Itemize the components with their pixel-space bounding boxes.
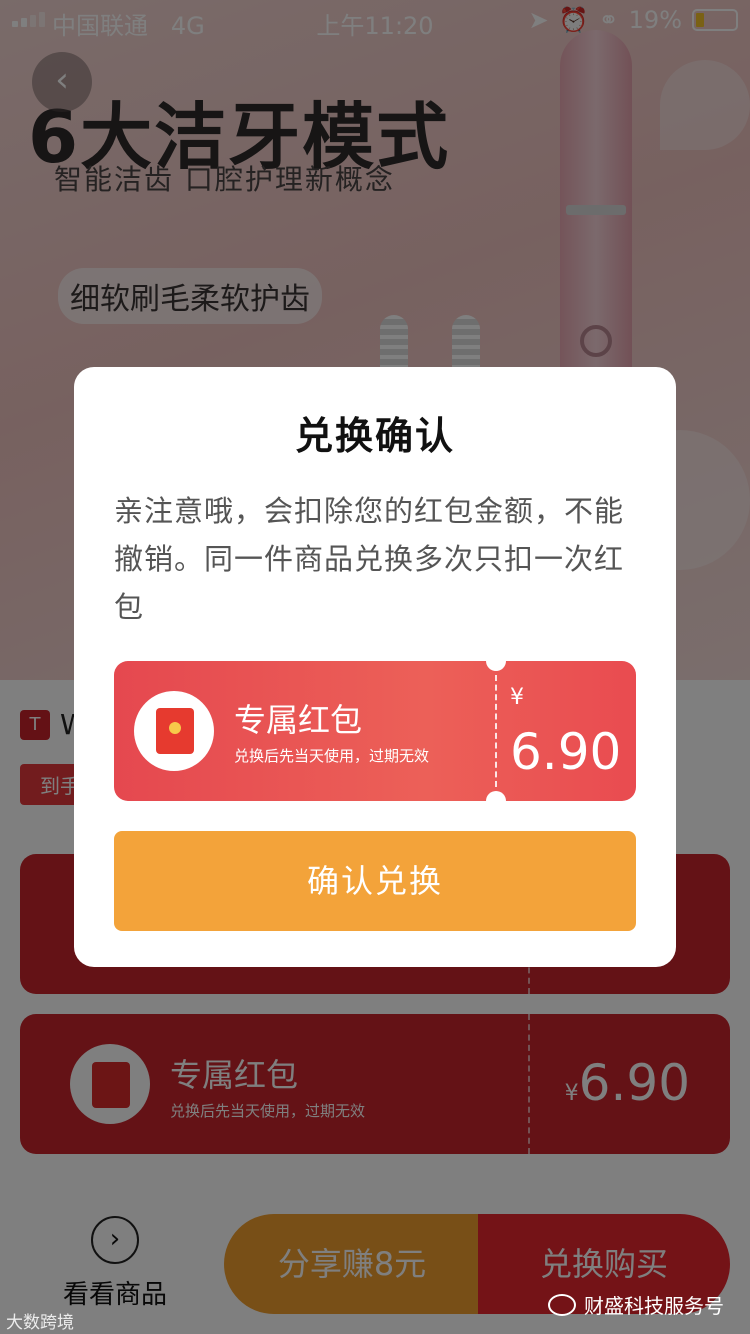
confirm-exchange-button[interactable]: 确认兑换 (114, 831, 636, 931)
coupon-notch-bottom (486, 791, 506, 811)
wechat-icon (548, 1293, 576, 1316)
exchange-confirm-dialog: 兑换确认 亲注意哦，会扣除您的红包金额，不能撤销。同一件商品兑换多次只扣一次红包… (74, 367, 676, 967)
coupon-notch-top (486, 651, 506, 671)
coupon-divider (495, 675, 497, 787)
coupon-currency: ¥ (510, 685, 524, 710)
dialog-message: 亲注意哦，会扣除您的红包金额，不能撤销。同一件商品兑换多次只扣一次红包 (114, 494, 625, 624)
dialog-title: 兑换确认 (294, 414, 455, 458)
watermark-left: 大数跨境 (6, 1313, 74, 1333)
watermark-right: 财盛科技服务号 (548, 1290, 724, 1319)
coupon-desc: 兑换后先当天使用，过期无效 (234, 747, 430, 765)
coupon-amount: 6.90 (510, 723, 622, 781)
dialog-coupon-card: 专属红包 兑换后先当天使用，过期无效 ¥ 6.90 (114, 651, 636, 811)
coupon-title: 专属红包 (234, 701, 363, 739)
red-envelope-icon (156, 708, 194, 754)
